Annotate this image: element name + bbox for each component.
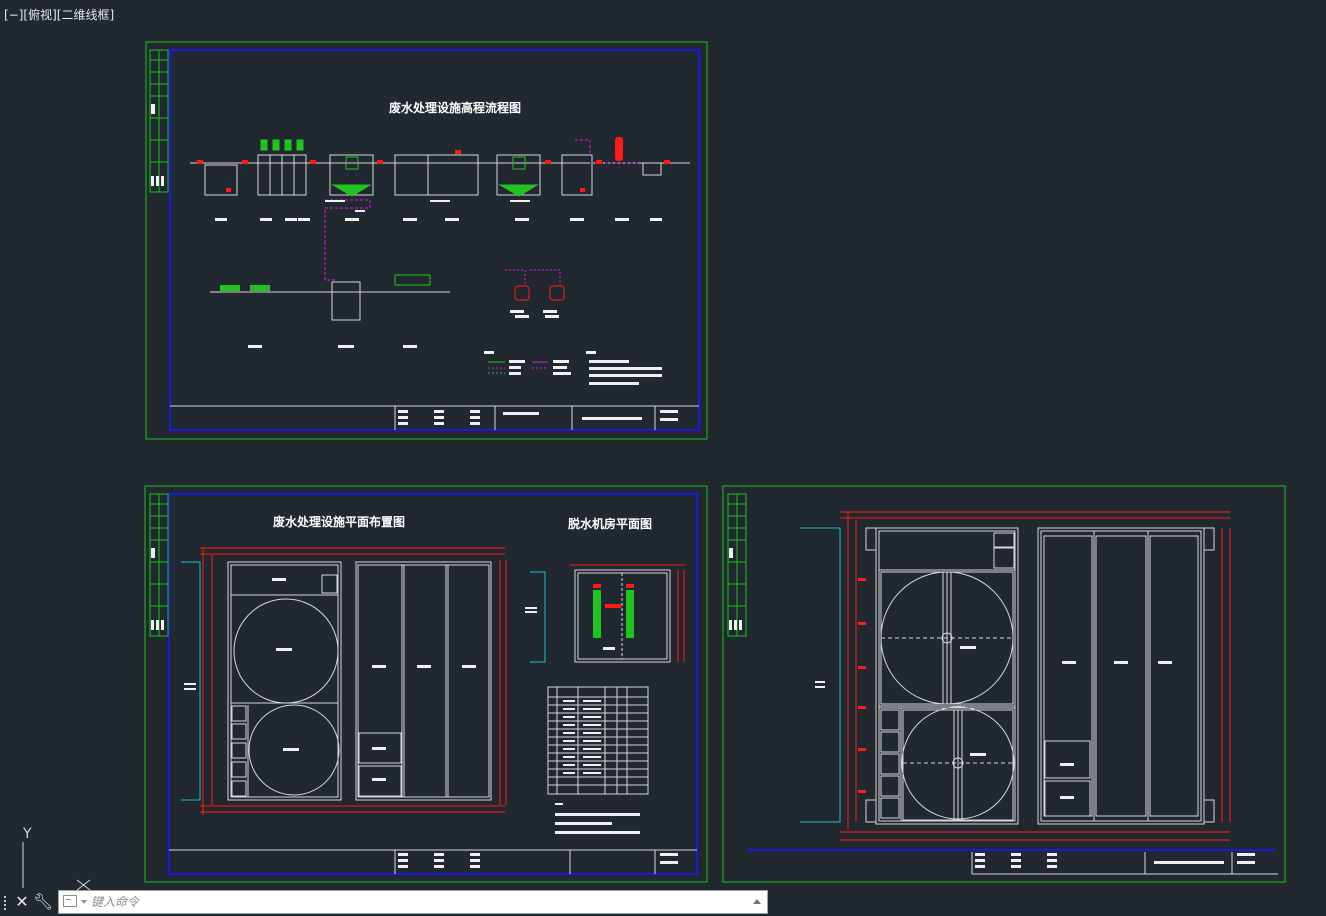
clarifier-equipment [260,139,539,197]
command-prompt-icon[interactable] [63,895,77,907]
dosing-units [505,269,561,285]
valves-red [197,150,670,192]
room-labels [525,607,615,650]
process-units [190,154,690,196]
cyan-dimension [800,527,841,823]
binding-text [729,620,742,630]
dewatering-room [574,569,671,663]
binding-strip [149,493,169,637]
binding-text [151,548,155,558]
tank-outline [227,561,492,801]
title-block-text [398,410,678,425]
title-block-text [975,853,1255,868]
sheet-plan-layout[interactable]: 废水处理设施平面布置图 脱水机房平面图 [144,485,708,883]
model-space-canvas[interactable]: 废水处理设施高程流程图 废水处理设施平面布置图 脱水机房平面图 Y [0,0,1326,916]
dewatering-equipment [593,590,634,638]
binding-text [151,176,164,186]
chevron-down-icon[interactable] [81,900,87,904]
drawing-frame [168,493,698,875]
binding-text [151,104,155,114]
sheet-flow-diagram[interactable]: 废水处理设施高程流程图 [145,41,708,440]
legend [484,351,571,375]
unit-labels [510,310,559,318]
dosing-tank [514,285,530,301]
tank-labels [960,646,1172,799]
notes [586,351,662,385]
sludge-equipment [220,285,270,291]
dimension-text [815,681,825,688]
sheet-title: 废水处理设施平面布置图 [273,514,405,529]
binding-strip [149,49,169,193]
tank-outline [875,527,1205,825]
sheet-title: 废水处理设施高程流程图 [389,100,521,115]
chevron-up-icon[interactable] [753,899,761,904]
sheet-detail-plan[interactable] [722,485,1286,883]
pipe-magenta [324,242,335,281]
unit-labels [215,200,662,221]
tank-labels [272,578,476,781]
unit-labels [248,345,417,348]
pipe-markers-red [858,578,866,793]
binding-text [729,548,733,558]
command-input-box[interactable] [58,890,768,914]
tank-vessel [615,137,623,161]
wrench-icon[interactable]: 🔧︎ [33,892,53,912]
sheet-border [144,485,708,883]
dosing-tank [549,285,565,301]
close-icon[interactable]: ✕ [12,892,32,912]
title-block [169,849,697,874]
binding-text [151,620,164,630]
command-input[interactable] [91,891,741,913]
cyan-dimension [530,571,546,663]
command-line-grip-handle[interactable] [2,894,8,912]
sheet-subtitle: 脱水机房平面图 [568,516,652,531]
binding-strip [727,493,747,637]
notes [555,803,640,834]
ucs-y-label: Y [22,826,32,842]
sludge-process [210,274,450,321]
ucs-icon [22,842,91,891]
cyan-dimension [181,561,201,801]
title-block-text [398,853,678,868]
command-line-bar: ✕ 🔧︎ [0,888,770,916]
